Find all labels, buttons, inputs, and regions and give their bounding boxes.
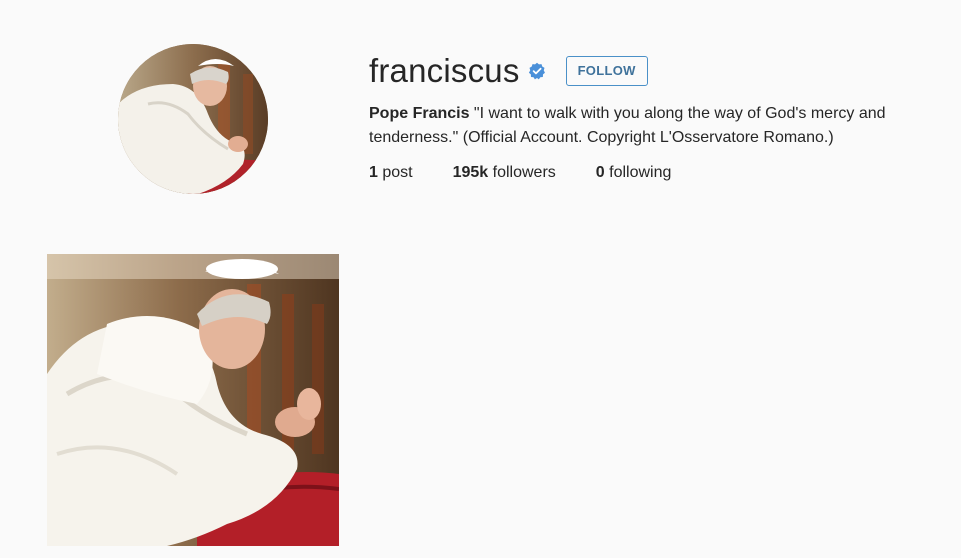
post-thumbnail[interactable]	[47, 254, 339, 546]
profile-page: franciscus FOLLOW Pope Francis "I want t…	[0, 0, 961, 558]
posts-label: post	[377, 164, 413, 181]
posts-count: 1	[369, 164, 378, 181]
title-row: franciscus FOLLOW	[369, 48, 939, 94]
following-stat[interactable]: 0 following	[596, 164, 672, 182]
following-count: 0	[595, 164, 605, 181]
posts-stat: 1 post	[369, 164, 413, 182]
profile-header: franciscus FOLLOW Pope Francis "I want t…	[369, 48, 939, 182]
username: franciscus	[369, 52, 520, 89]
followers-stat[interactable]: 195k followers	[453, 164, 556, 182]
post-photo	[47, 254, 339, 546]
verified-badge-icon	[528, 62, 546, 80]
following-label: following	[604, 164, 672, 181]
profile-avatar[interactable]	[118, 44, 268, 194]
profile-stats: 1 post 195k followers 0 following	[369, 164, 939, 182]
avatar-photo	[118, 44, 268, 194]
full-name: Pope Francis	[369, 105, 470, 122]
profile-bio: Pope Francis "I want to walk with you al…	[369, 102, 929, 150]
followers-count: 195k	[452, 164, 489, 181]
follow-button[interactable]: FOLLOW	[565, 56, 648, 86]
followers-label: followers	[488, 164, 556, 181]
